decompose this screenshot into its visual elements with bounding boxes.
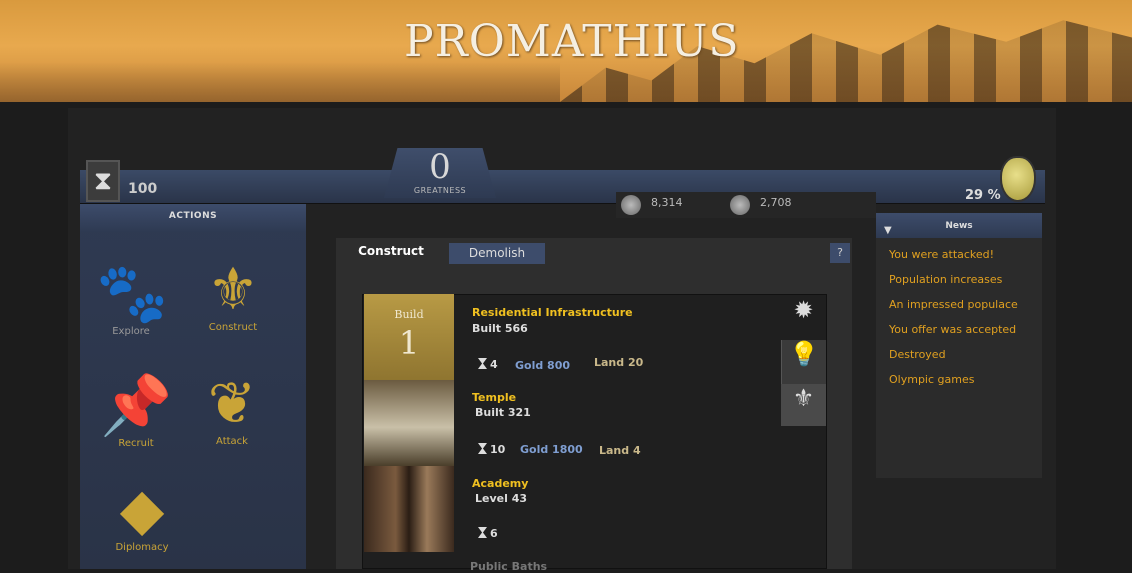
fleur-de-lis-icon: ⚜ — [792, 384, 815, 412]
news-item[interactable]: Destroyed — [889, 348, 1042, 373]
news-item[interactable]: An impressed populace — [889, 298, 1042, 323]
gold-value: 2,708 — [760, 196, 792, 209]
building-name-partial: Public Baths — [470, 560, 548, 573]
news-title: News — [945, 221, 973, 231]
population-value: 8,314 — [651, 196, 683, 209]
attack-icon: ❦ — [207, 369, 257, 437]
banner-shading — [0, 62, 560, 102]
status-bar — [80, 170, 1045, 204]
population-icon — [621, 195, 641, 215]
gold-cost: Gold 1800 — [520, 443, 583, 456]
hourglass-icon — [478, 443, 487, 454]
action-label: Recruit — [118, 438, 154, 449]
news-item[interactable]: You offer was accepted — [889, 323, 1042, 348]
actions-panel: ACTIONS 🐾 Explore ⚜ Construct 📌 Recruit … — [80, 204, 306, 569]
filter-civic-tab[interactable]: ⚜ — [781, 384, 826, 426]
greatness-box: 0 GREATNESS — [384, 148, 496, 198]
tab-demolish[interactable]: Demolish — [449, 243, 545, 264]
star-icon: ✹ — [793, 296, 814, 324]
theatre-mask-icon[interactable] — [1000, 156, 1036, 202]
news-header[interactable]: ▼ News — [876, 213, 1042, 238]
action-diplomacy[interactable]: ◆ Diplomacy — [102, 476, 182, 553]
greatness-value: 0 — [429, 147, 451, 187]
game-logo: PROMATHIUS — [404, 16, 740, 67]
building-built: Built 321 — [475, 406, 531, 419]
build-button[interactable]: Build 1 — [364, 294, 454, 380]
news-item[interactable]: Olympic games — [889, 373, 1042, 398]
hourglass-icon — [478, 358, 487, 369]
building-built: Built 566 — [472, 322, 528, 335]
building-name: Residential Infrastructure — [472, 306, 633, 319]
building-name: Temple — [472, 391, 517, 404]
paw-icon: 🐾 — [96, 259, 169, 327]
logo-text: PROMATHIUS — [404, 16, 740, 67]
build-count: 1 — [398, 324, 420, 362]
actions-title: ACTIONS — [80, 204, 306, 232]
filter-all-tab[interactable]: ✹ — [781, 296, 826, 340]
hourglass-icon: ⧗ — [86, 160, 120, 202]
action-label: Attack — [216, 436, 248, 447]
building-level: Level 43 — [475, 492, 528, 505]
news-list: You were attacked! Population increases … — [876, 238, 1042, 398]
land-cost: Land 20 — [594, 356, 644, 369]
tab-construct[interactable]: Construct — [336, 238, 446, 264]
turn-cost: 4 — [478, 358, 498, 371]
action-label: Construct — [208, 322, 258, 333]
fleur-de-lis-icon: ⚜ — [207, 255, 259, 323]
happiness-percent: 29 % — [965, 188, 1001, 203]
action-construct[interactable]: ⚜ Construct — [198, 256, 268, 333]
land-cost: Land 4 — [599, 444, 641, 457]
building-thumbnail-temple[interactable] — [364, 380, 454, 466]
building-name: Academy — [472, 477, 529, 490]
turns-count: 100 — [128, 181, 158, 197]
action-label: Explore — [112, 326, 150, 337]
filter-research-tab[interactable]: 💡 — [781, 340, 826, 384]
turn-cost: 10 — [478, 443, 505, 456]
action-explore[interactable]: 🐾 Explore — [96, 259, 169, 337]
help-button[interactable]: ? — [830, 243, 850, 263]
turn-cost: 6 — [478, 527, 498, 540]
news-panel: ▼ News You were attacked! Population inc… — [876, 213, 1042, 478]
build-label: Build — [394, 308, 424, 321]
news-item[interactable]: You were attacked! — [889, 248, 1042, 273]
gold-cost: Gold 800 — [515, 359, 571, 372]
action-recruit[interactable]: 📌 Recruit — [100, 372, 172, 449]
hourglass-icon — [478, 527, 487, 538]
pushpin-icon: 📌 — [100, 371, 173, 439]
collapse-icon[interactable]: ▼ — [884, 218, 892, 244]
gold-icon — [730, 195, 750, 215]
action-attack[interactable]: ❦ Attack — [196, 370, 268, 447]
action-label: Diplomacy — [115, 542, 169, 553]
lightbulb-icon: 💡 — [789, 340, 819, 368]
scroll-icon: ◆ — [119, 475, 165, 543]
greatness-label: GREATNESS — [413, 186, 467, 195]
building-thumbnail-academy[interactable] — [364, 466, 454, 552]
news-item[interactable]: Population increases — [889, 273, 1042, 298]
